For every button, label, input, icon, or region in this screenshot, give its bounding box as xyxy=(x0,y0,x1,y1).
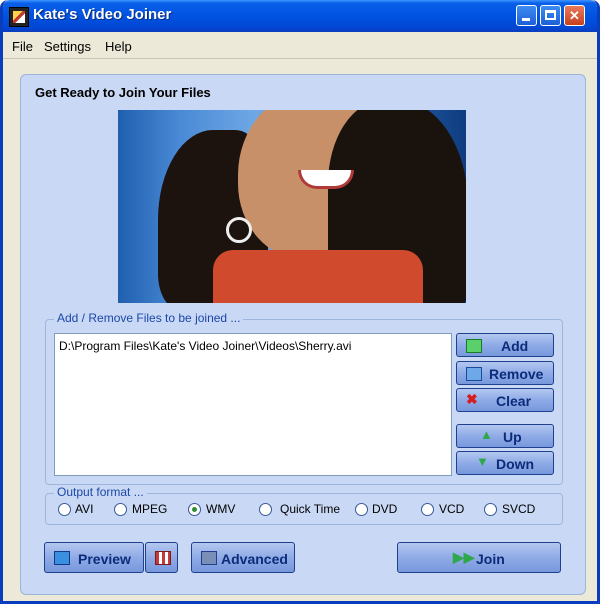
menu-file[interactable]: File xyxy=(12,39,33,54)
add-file-icon xyxy=(466,339,482,353)
file-list[interactable]: D:\Program Files\Kate's Video Joiner\Vid… xyxy=(54,333,452,476)
menu-help[interactable]: Help xyxy=(105,39,132,54)
video-earring xyxy=(226,217,252,243)
arrow-up-icon: ▲ xyxy=(480,427,493,442)
maximize-button[interactable] xyxy=(540,5,561,26)
main-panel: Get Ready to Join Your Files Add / Remov… xyxy=(20,74,586,595)
add-button-label: Add xyxy=(501,338,529,354)
radio-svcd-label[interactable]: SVCD xyxy=(502,502,535,516)
settings-icon xyxy=(201,551,217,565)
clear-x-icon: ✖ xyxy=(466,391,478,407)
down-button-label: Down xyxy=(496,456,535,472)
menu-bar: File Settings Help xyxy=(3,32,597,59)
film-strip-icon xyxy=(155,551,171,565)
clear-button-label: Clear xyxy=(496,393,532,409)
close-button[interactable]: ✕ xyxy=(564,5,585,26)
up-button-label: Up xyxy=(503,429,522,445)
window-title: Kate's Video Joiner xyxy=(33,6,172,23)
arrow-down-icon: ▼ xyxy=(476,454,489,469)
fast-forward-icon: ▶▶ xyxy=(453,549,475,565)
advanced-button-label: Advanced xyxy=(221,551,288,567)
join-button[interactable]: ▶▶ Join xyxy=(397,542,561,573)
up-button[interactable]: ▲ Up xyxy=(456,424,554,448)
preview-button-label: Preview xyxy=(78,551,131,567)
radio-avi[interactable] xyxy=(58,503,71,516)
radio-quicktime[interactable] xyxy=(259,503,272,516)
minimize-button[interactable] xyxy=(516,5,537,26)
app-window: Kate's Video Joiner ✕ File Settings Help… xyxy=(0,0,600,604)
close-icon: ✕ xyxy=(569,8,580,23)
menu-settings[interactable]: Settings xyxy=(44,39,91,54)
advanced-button[interactable]: Advanced xyxy=(191,542,295,573)
radio-wmv-label[interactable]: WMV xyxy=(206,502,235,516)
radio-vcd[interactable] xyxy=(421,503,434,516)
preview-button[interactable]: Preview xyxy=(44,542,144,573)
panel-title: Get Ready to Join Your Files xyxy=(35,85,211,100)
add-button[interactable]: Add xyxy=(456,333,554,357)
radio-dvd-label[interactable]: DVD xyxy=(372,502,397,516)
file-list-item[interactable]: D:\Program Files\Kate's Video Joiner\Vid… xyxy=(59,339,351,353)
output-format-options: AVI MPEG WMV Quick Time DVD VCD SVCD xyxy=(48,493,560,523)
down-button[interactable]: ▼ Down xyxy=(456,451,554,475)
minimize-icon xyxy=(522,18,530,21)
preview-window-button[interactable] xyxy=(145,542,178,573)
radio-wmv[interactable] xyxy=(188,503,201,516)
maximize-icon xyxy=(545,10,556,20)
video-shirt xyxy=(213,250,423,303)
radio-dvd[interactable] xyxy=(355,503,368,516)
video-preview xyxy=(118,110,466,303)
remove-button-label: Remove xyxy=(489,366,544,382)
remove-button[interactable]: Remove xyxy=(456,361,554,385)
title-bar[interactable]: Kate's Video Joiner ✕ xyxy=(3,0,597,32)
clear-button[interactable]: ✖ Clear xyxy=(456,388,554,412)
radio-vcd-label[interactable]: VCD xyxy=(439,502,464,516)
radio-quicktime-label[interactable]: Quick Time xyxy=(280,502,340,516)
app-film-icon xyxy=(9,7,29,27)
radio-mpeg-label[interactable]: MPEG xyxy=(132,502,167,516)
radio-svcd[interactable] xyxy=(484,503,497,516)
monitor-icon xyxy=(54,551,70,565)
radio-mpeg[interactable] xyxy=(114,503,127,516)
remove-file-icon xyxy=(466,367,482,381)
radio-avi-label[interactable]: AVI xyxy=(75,502,93,516)
files-group-label: Add / Remove Files to be joined ... xyxy=(54,311,244,325)
join-button-label: Join xyxy=(476,551,505,567)
